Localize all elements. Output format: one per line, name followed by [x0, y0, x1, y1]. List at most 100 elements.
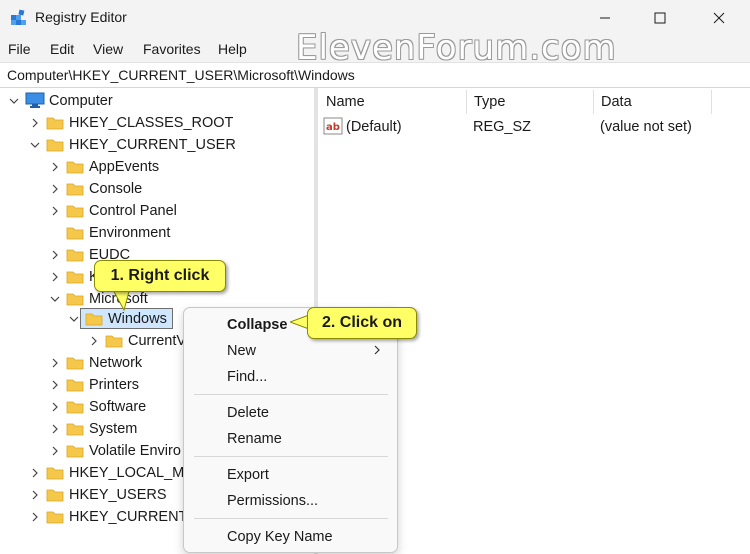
chevron-right-icon[interactable] — [49, 401, 61, 413]
callout-step-2: 2. Click on — [307, 307, 417, 339]
menu-favorites[interactable]: Favorites — [143, 41, 201, 57]
menu-item-find[interactable]: Find... — [227, 369, 267, 385]
menu-item-permissions[interactable]: Permissions... — [227, 493, 318, 509]
chevron-down-icon[interactable] — [8, 95, 20, 107]
folder-icon — [46, 117, 64, 130]
chevron-right-icon[interactable] — [49, 183, 61, 195]
folder-icon — [66, 227, 84, 240]
menu-item-export[interactable]: Export — [227, 467, 269, 483]
tree-label: HKEY_CURRENT_( — [69, 509, 201, 525]
window-title: Registry Editor — [35, 9, 127, 25]
column-header-data[interactable]: Data — [593, 88, 711, 116]
chevron-right-icon[interactable] — [49, 379, 61, 391]
chevron-right-icon[interactable] — [88, 335, 100, 347]
chevron-right-icon[interactable] — [29, 489, 41, 501]
chevron-down-icon[interactable] — [49, 293, 61, 305]
folder-icon — [46, 139, 64, 152]
menu-separator — [194, 394, 388, 395]
tree-label: Environment — [89, 225, 171, 241]
tree-label: HKEY_LOCAL_MA — [69, 465, 194, 481]
menu-item-collapse[interactable]: Collapse — [227, 317, 287, 333]
chevron-right-icon[interactable] — [29, 117, 41, 129]
folder-icon — [66, 183, 84, 196]
tree-label: HKEY_USERS — [69, 487, 167, 503]
menu-file[interactable]: File — [8, 41, 31, 57]
menu-item-rename[interactable]: Rename — [227, 431, 282, 447]
close-icon — [713, 12, 725, 24]
menu-separator — [194, 518, 388, 519]
chevron-right-icon[interactable] — [49, 249, 61, 261]
context-menu: Collapse New Find... Delete Rename Expor… — [183, 307, 398, 553]
folder-icon — [66, 293, 84, 306]
tree-label: System — [89, 421, 138, 437]
chevron-right-icon[interactable] — [29, 467, 41, 479]
folder-icon — [105, 335, 123, 348]
folder-icon — [66, 401, 84, 414]
chevron-right-icon — [374, 345, 380, 355]
tree-label: Control Panel — [89, 203, 177, 219]
folder-icon — [46, 511, 64, 524]
tree-item-appevents[interactable]: AppEvents — [0, 156, 314, 178]
registry-editor-icon — [11, 9, 26, 25]
tree-label: AppEvents — [89, 159, 160, 175]
folder-icon — [46, 489, 64, 502]
tree-item-console[interactable]: Console — [0, 178, 314, 200]
tree-label: Console — [89, 181, 143, 197]
chevron-right-icon[interactable] — [49, 445, 61, 457]
value-type: REG_SZ — [473, 119, 532, 135]
folder-icon — [66, 249, 84, 262]
address-bar[interactable]: Computer\HKEY_CURRENT_USER\Microsoft\Win… — [0, 62, 750, 88]
svg-text:ab: ab — [326, 122, 340, 133]
tree-label: Printers — [89, 377, 139, 393]
column-divider[interactable] — [711, 90, 712, 114]
tree-item-hkey-current-user[interactable]: HKEY_CURRENT_USER — [0, 134, 314, 156]
close-button[interactable] — [696, 0, 742, 36]
menu-item-delete[interactable]: Delete — [227, 405, 269, 421]
menu-separator — [194, 456, 388, 457]
menu-item-new[interactable]: New — [227, 343, 256, 359]
chevron-right-icon[interactable] — [49, 423, 61, 435]
registry-editor-window: Registry Editor File Edit View Favorites… — [0, 0, 750, 554]
tree-label: HKEY_CLASSES_ROOT — [69, 115, 234, 131]
folder-icon — [66, 445, 84, 458]
string-value-icon: ab — [323, 117, 343, 135]
folder-icon — [66, 271, 84, 284]
value-data: (value not set) — [600, 119, 692, 135]
chevron-right-icon[interactable] — [49, 357, 61, 369]
computer-icon — [25, 92, 45, 108]
chevron-right-icon[interactable] — [49, 271, 61, 283]
chevron-down-icon[interactable] — [29, 139, 41, 151]
tree-label: Windows — [108, 311, 167, 327]
folder-icon — [66, 379, 84, 392]
folder-open-icon — [85, 313, 103, 326]
column-header-type[interactable]: Type — [466, 88, 593, 116]
folder-icon — [66, 357, 84, 370]
chevron-right-icon[interactable] — [49, 205, 61, 217]
tree-label: Volatile Enviro — [89, 443, 181, 459]
folder-icon — [66, 205, 84, 218]
tree-item-computer[interactable]: Computer — [0, 90, 314, 112]
chevron-right-icon[interactable] — [29, 511, 41, 523]
menu-item-copy-key-name[interactable]: Copy Key Name — [227, 529, 333, 545]
menu-view[interactable]: View — [93, 41, 123, 57]
folder-icon — [46, 467, 64, 480]
chevron-right-icon[interactable] — [49, 161, 61, 173]
tree-label: Computer — [49, 93, 113, 109]
tree-item-hkey-classes-root[interactable]: HKEY_CLASSES_ROOT — [0, 112, 314, 134]
column-header-name[interactable]: Name — [318, 88, 466, 116]
callout-step-1: 1. Right click — [94, 260, 226, 292]
folder-icon — [66, 161, 84, 174]
tree-item-environment[interactable]: Environment — [0, 222, 314, 244]
menu-help[interactable]: Help — [218, 41, 247, 57]
address-path: Computer\HKEY_CURRENT_USER\Microsoft\Win… — [7, 67, 355, 83]
folder-icon — [66, 423, 84, 436]
menu-edit[interactable]: Edit — [50, 41, 74, 57]
tree-label: CurrentV — [128, 333, 187, 349]
tree-label: Network — [89, 355, 143, 371]
chevron-down-icon[interactable] — [68, 313, 80, 325]
maximize-button[interactable] — [637, 0, 683, 36]
tree-label: HKEY_CURRENT_USER — [69, 137, 236, 153]
maximize-icon — [654, 12, 666, 24]
value-name: (Default) — [346, 119, 402, 135]
tree-item-control-panel[interactable]: Control Panel — [0, 200, 314, 222]
